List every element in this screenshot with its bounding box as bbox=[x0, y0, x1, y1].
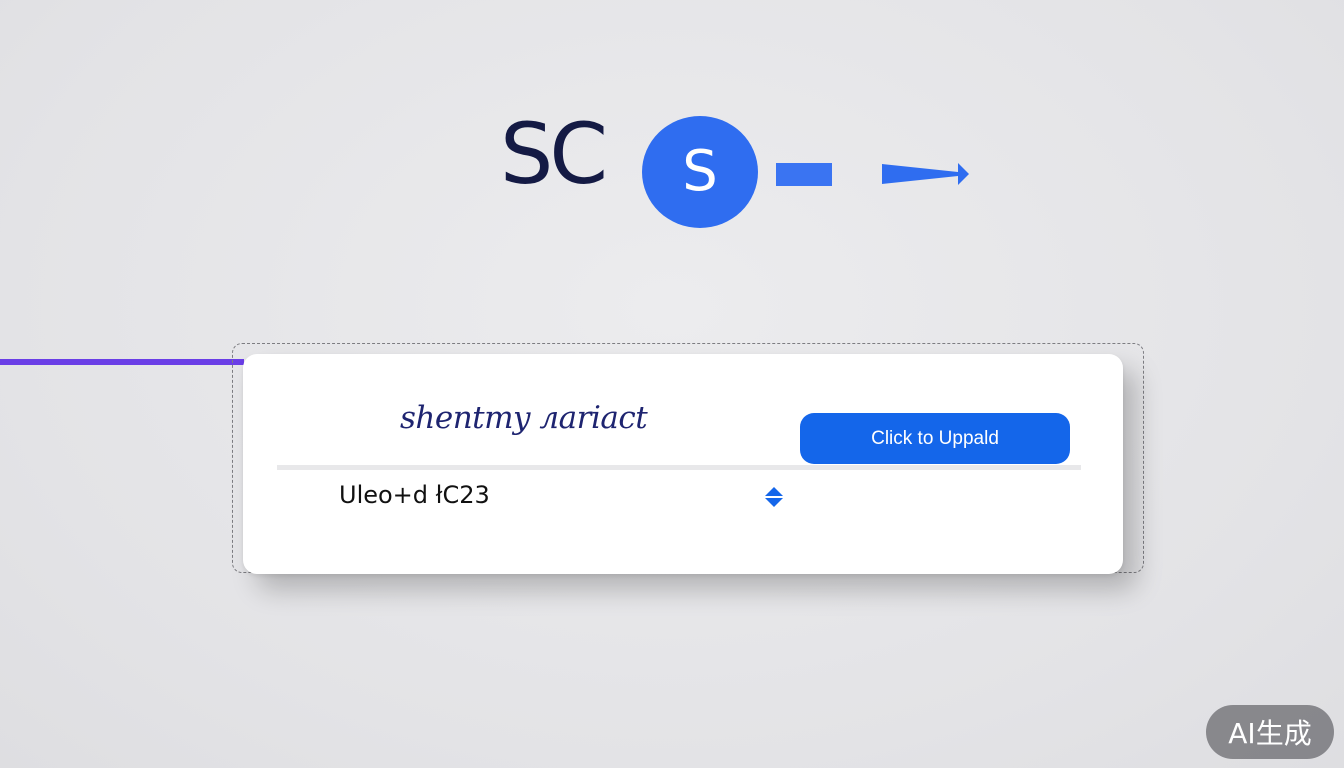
page-canvas: SC S shentmy лаriact Click to Uppald Ule… bbox=[0, 0, 1344, 768]
upload-card[interactable]: shentmy лаriact Click to Uppald Uleo+d ł… bbox=[243, 354, 1123, 574]
click-to-upload-button[interactable]: Click to Uppald bbox=[800, 413, 1070, 464]
logo-dash-bar bbox=[776, 163, 832, 186]
card-divider bbox=[277, 465, 1081, 470]
logo-badge-letter: S bbox=[682, 139, 718, 204]
sort-up-down-icon[interactable] bbox=[763, 485, 785, 509]
logo-wordmark: SC bbox=[500, 105, 608, 203]
upload-card-title: shentmy лаriact bbox=[400, 400, 648, 436]
logo-badge: S bbox=[642, 116, 758, 228]
arrow-right-icon bbox=[882, 163, 969, 185]
connector-line bbox=[0, 359, 244, 365]
uploaded-file-name: Uleo+d łC23 bbox=[339, 481, 490, 509]
ai-generated-badge: AI生成 bbox=[1206, 705, 1334, 759]
